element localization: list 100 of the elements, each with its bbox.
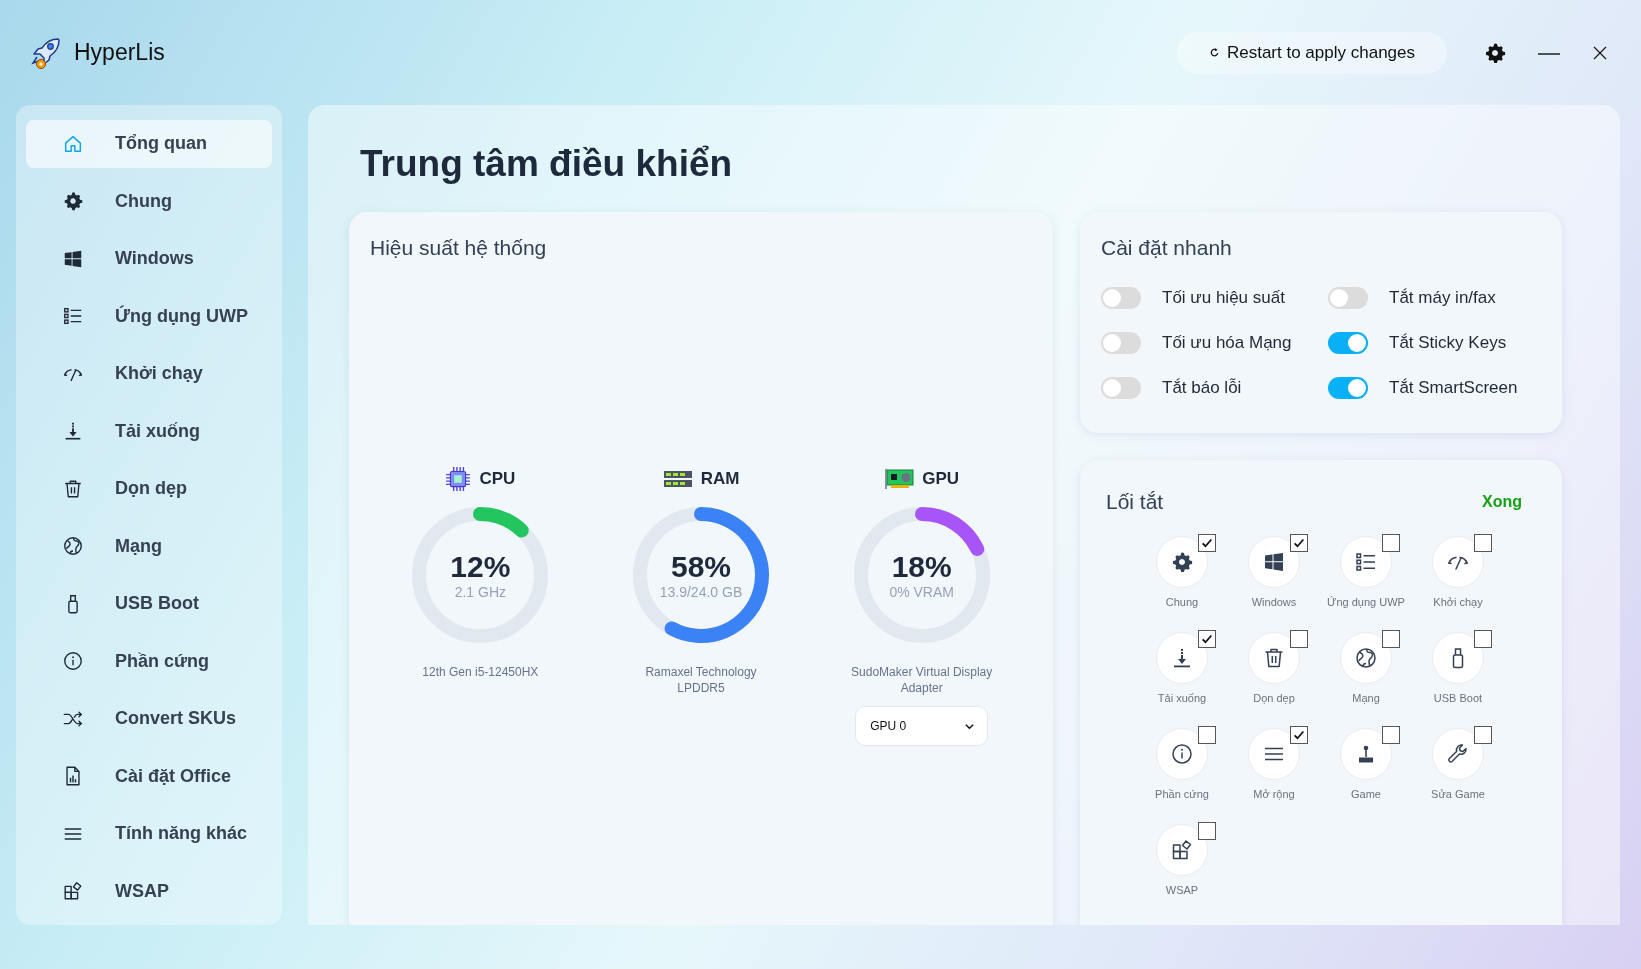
shortcut-label: Sửa Game — [1431, 788, 1485, 800]
shortcut-button[interactable] — [1432, 728, 1484, 780]
sidebar-item[interactable]: Khởi chạy — [26, 350, 272, 398]
usage-detail: 13.9/24.0 GB — [659, 584, 743, 600]
shortcut-button[interactable] — [1340, 728, 1392, 780]
toggle-switch[interactable] — [1101, 287, 1141, 309]
globe-icon — [1354, 646, 1378, 670]
cpu-chip-icon — [445, 466, 472, 492]
shortcut-label: Windows — [1251, 596, 1297, 608]
shortcut-label: USB Boot — [1433, 692, 1483, 704]
gpu-dropdown[interactable]: GPU 0 — [855, 706, 989, 746]
shortcut-label: Khởi chạy — [1433, 596, 1483, 608]
shortcut-button[interactable] — [1432, 536, 1484, 588]
page-title: Trung tâm điều khiển — [360, 142, 734, 186]
toggle-switch[interactable] — [1101, 332, 1141, 354]
shortcut-label: Mạng — [1352, 692, 1380, 704]
checkmark-icon — [1292, 536, 1306, 550]
device-name: SudoMaker Virtual Display Adapter — [850, 664, 994, 696]
checkbox[interactable] — [1382, 726, 1400, 744]
checkbox[interactable] — [1198, 822, 1216, 840]
checkbox[interactable] — [1474, 726, 1492, 744]
toggle-label: Tối ưu hóa Mạng — [1162, 333, 1292, 353]
checkbox[interactable] — [1474, 630, 1492, 648]
checkbox[interactable] — [1382, 630, 1400, 648]
checkbox[interactable] — [1198, 726, 1216, 744]
sidebar-item[interactable]: Tổng quan — [26, 120, 272, 168]
shortcut-label: Chung — [1165, 596, 1199, 608]
usage-value: 12% — [450, 550, 511, 584]
sidebar-item[interactable]: USB Boot — [26, 580, 272, 628]
gauge-label: RAM — [700, 469, 740, 489]
sidebar-item[interactable]: Ứng dụng UWP — [26, 292, 272, 340]
sidebar-item[interactable]: WSAP — [26, 867, 272, 915]
gauge-label: GPU — [922, 469, 960, 489]
shortcut-label: Tải xuống — [1157, 692, 1207, 704]
toggle-label: Tắt báo lỗi — [1162, 378, 1242, 398]
toggle-label: Tắt SmartScreen — [1389, 378, 1518, 398]
shortcut-button[interactable] — [1248, 632, 1300, 684]
checkbox[interactable] — [1382, 534, 1400, 552]
usage-value: 18% — [891, 550, 952, 584]
shortcut-label: Dọn dẹp — [1253, 692, 1295, 704]
checkbox[interactable] — [1198, 630, 1216, 648]
sidebar-item[interactable]: Chung — [26, 177, 272, 225]
toggle-switch[interactable] — [1328, 287, 1368, 309]
sidebar-item[interactable]: Tính năng khác — [26, 810, 272, 858]
gauge-label: CPU — [479, 469, 516, 489]
shortcut-button[interactable] — [1340, 632, 1392, 684]
info-icon — [62, 650, 84, 673]
shortcut-button[interactable] — [1156, 824, 1208, 876]
restart-button[interactable]: Restart to apply changes — [1176, 31, 1447, 74]
shortcut-label: Mở rộng — [1253, 788, 1295, 800]
graphics-card-icon — [884, 468, 915, 490]
card-title: Hiệu suất hệ thống — [370, 236, 548, 260]
checkbox[interactable] — [1290, 630, 1308, 648]
app-title: HyperLis — [74, 39, 165, 66]
shortcut-label: Ứng dụng UWP — [1327, 596, 1405, 608]
usage-detail: 0% VRAM — [889, 584, 954, 600]
sidebar-item[interactable]: Cài đặt Office — [26, 752, 272, 800]
checkbox[interactable] — [1290, 534, 1308, 552]
gear-icon — [62, 190, 84, 213]
sidebar-item[interactable]: Tải xuống — [26, 407, 272, 455]
checkbox[interactable] — [1290, 726, 1308, 744]
windows-logo-icon — [1262, 550, 1286, 574]
sidebar-item[interactable]: Convert SKUs — [26, 695, 272, 743]
checkbox[interactable] — [1474, 534, 1492, 552]
sidebar-item[interactable]: Phần cứng — [26, 637, 272, 685]
shortcut-label: Phần cứng — [1155, 788, 1209, 800]
toggle-switch[interactable] — [1328, 332, 1368, 354]
shortcut-button[interactable] — [1248, 536, 1300, 588]
card-title: Cài đặt nhanh — [1101, 236, 1233, 260]
sidebar-item[interactable]: Mạng — [26, 522, 272, 570]
card-title: Lối tắt — [1106, 490, 1164, 514]
apps-icon — [1170, 838, 1194, 862]
toggle-label: Tối ưu hiệu suất — [1162, 288, 1285, 308]
usage-detail: 2.1 GHz — [454, 584, 506, 600]
toggle-switch[interactable] — [1328, 377, 1368, 399]
device-name: 12th Gen i5-12450HX — [421, 664, 540, 680]
sidebar-item[interactable]: Windows — [26, 235, 272, 283]
checkbox[interactable] — [1198, 534, 1216, 552]
shortcut-button[interactable] — [1432, 632, 1484, 684]
checkmark-icon — [1200, 536, 1214, 550]
shortcut-label: WSAP — [1165, 884, 1199, 896]
toggle-label: Tắt máy in/fax — [1389, 288, 1496, 308]
checkmark-icon — [1292, 728, 1306, 742]
info-icon — [1170, 742, 1194, 766]
shortcut-button[interactable] — [1156, 728, 1208, 780]
wrench-icon — [1446, 742, 1470, 766]
shortcut-label: Game — [1351, 788, 1381, 800]
list-icon — [1354, 550, 1378, 574]
shortcut-button[interactable] — [1340, 536, 1392, 588]
sidebar-item[interactable]: Dọn dẹp — [26, 465, 272, 513]
toggle-switch[interactable] — [1101, 377, 1141, 399]
memory-module-icon — [662, 469, 693, 489]
checkmark-icon — [1200, 632, 1214, 646]
shortcut-button[interactable] — [1156, 632, 1208, 684]
usage-value: 58% — [670, 550, 731, 584]
device-name: Ramaxel Technology LPDDR5 — [644, 664, 758, 696]
shortcut-button[interactable] — [1156, 536, 1208, 588]
refresh-icon — [1208, 47, 1220, 58]
globe-icon — [62, 535, 84, 558]
shortcut-button[interactable] — [1248, 728, 1300, 780]
